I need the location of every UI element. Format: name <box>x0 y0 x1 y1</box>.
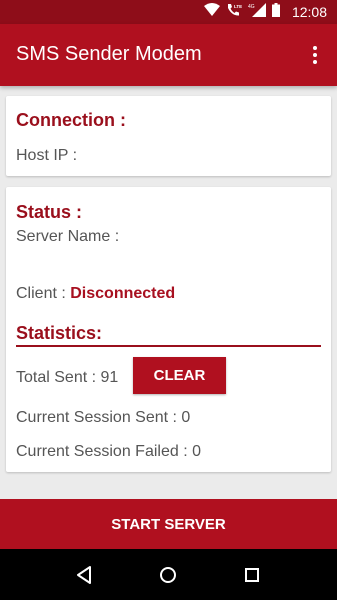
connection-heading: Connection : <box>16 110 126 130</box>
client-row: Client : Disconnected <box>16 285 175 303</box>
session-failed-label: Current Session Failed : 0 <box>16 443 201 460</box>
svg-text:LTE: LTE <box>234 4 242 9</box>
battery-icon <box>271 2 280 22</box>
clear-button[interactable]: CLEAR <box>133 357 226 394</box>
total-sent-label: Total Sent : 91 <box>16 369 119 386</box>
server-name-label: Server Name : <box>16 228 120 245</box>
call-lte-icon: LTE <box>226 3 242 22</box>
client-status-value: Disconnected <box>70 285 176 302</box>
status-heading: Status : <box>16 202 83 222</box>
start-server-button[interactable]: START SERVER <box>0 499 337 549</box>
session-sent-label: Current Session Sent : 0 <box>16 409 191 426</box>
statistics-heading: Statistics: <box>16 323 103 343</box>
home-icon[interactable] <box>155 562 181 588</box>
recents-icon[interactable] <box>239 562 265 588</box>
statistics-divider <box>16 345 321 347</box>
signal-icon: 4G <box>248 2 266 22</box>
app-title: SMS Sender Modem <box>16 43 202 65</box>
host-ip-label: Host IP : <box>16 147 78 164</box>
status-icons: LTE 4G 12:08 <box>203 0 327 24</box>
svg-text:4G: 4G <box>248 4 255 10</box>
status-bar: LTE 4G 12:08 <box>0 0 337 24</box>
nav-bar <box>0 549 337 600</box>
wifi-icon <box>203 3 220 21</box>
status-card: Status : Server Name : Client : Disconne… <box>6 187 331 472</box>
client-label: Client : <box>16 285 66 302</box>
more-vert-icon[interactable] <box>301 38 329 72</box>
app-bar: SMS Sender Modem <box>0 24 337 86</box>
status-time: 12:08 <box>291 4 327 20</box>
connection-card: Connection : Host IP : <box>6 96 331 176</box>
back-icon[interactable] <box>71 562 97 588</box>
